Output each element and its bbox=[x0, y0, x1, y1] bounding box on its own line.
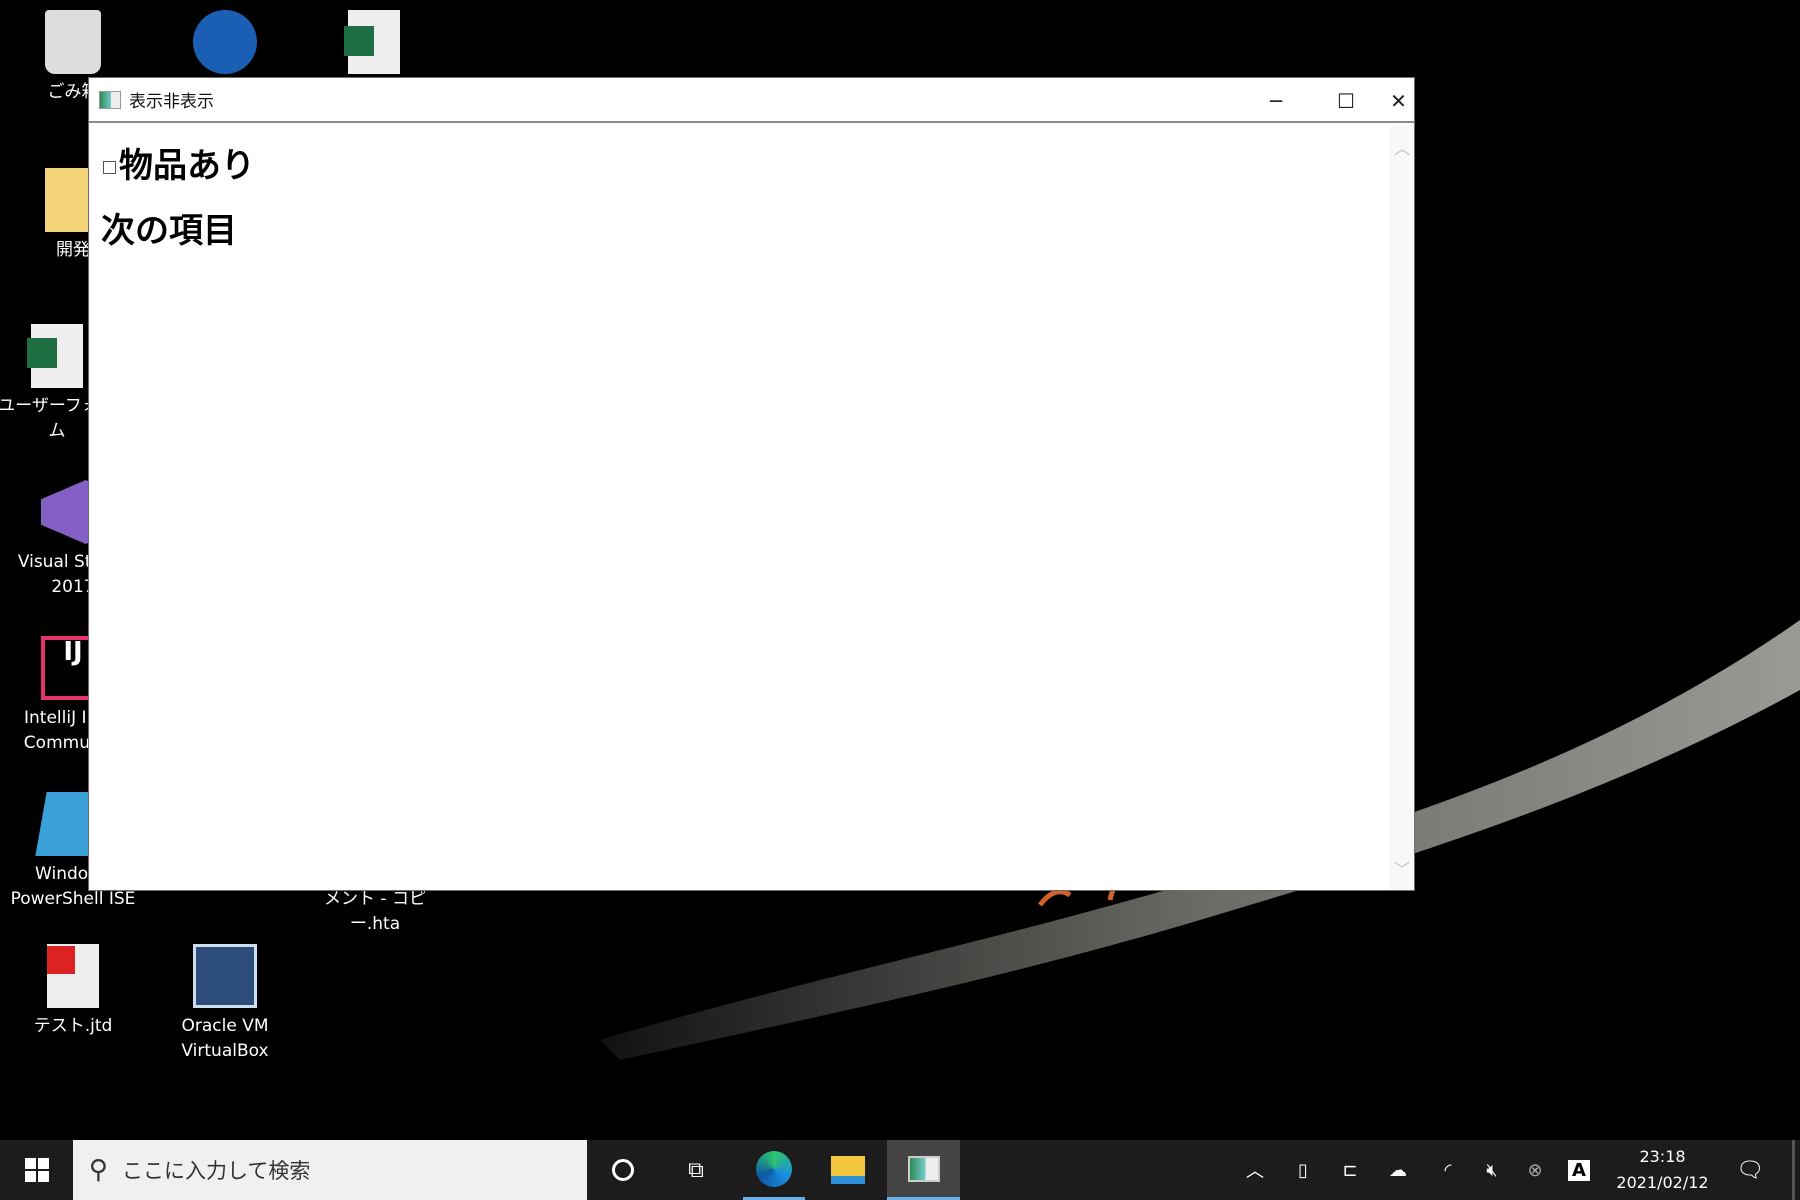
app-icon bbox=[99, 90, 121, 109]
meet-now-icon[interactable]: ▯ bbox=[1288, 1140, 1318, 1200]
cortana-circle-icon bbox=[612, 1159, 634, 1181]
hta-window: 表示非表示 ─ ☐ ✕ 物品あり 次の項目 ︿ ﹀ bbox=[88, 77, 1415, 891]
volume-muted-icon[interactable]: 🔇︎ bbox=[1477, 1140, 1507, 1200]
cortana-button[interactable] bbox=[593, 1140, 653, 1200]
checkbox-label: 物品あり bbox=[119, 145, 255, 186]
checkbox-row: 物品あり bbox=[101, 137, 1378, 187]
title-bar[interactable]: 表示非表示 ─ ☐ ✕ bbox=[89, 78, 1414, 123]
virtualbox-icon bbox=[193, 944, 257, 1008]
next-item-heading: 次の項目 bbox=[101, 211, 237, 251]
scroll-down-icon[interactable]: ﹀ bbox=[1390, 856, 1414, 880]
icon-label: メント - コピー.hta bbox=[324, 889, 426, 934]
desktop-icon-jtd[interactable]: テスト.jtd bbox=[8, 944, 138, 1039]
chevron-up-icon: ︿ bbox=[1246, 1161, 1264, 1182]
minimize-button[interactable]: ─ bbox=[1241, 78, 1311, 123]
taskbar: ⚲ ここに入力して検索 ⧉ ︿ ▯ ⊏ ☁ ◜ 🔇︎ ⊗ A 23:18 202… bbox=[0, 1140, 1800, 1200]
windows-logo-icon bbox=[24, 1158, 49, 1182]
taskbar-file-explorer[interactable] bbox=[817, 1140, 879, 1200]
task-view-button[interactable]: ⧉ bbox=[666, 1140, 726, 1200]
ichitaro-file-icon bbox=[47, 944, 99, 1008]
error-circle-icon[interactable]: ⊗ bbox=[1520, 1140, 1550, 1200]
recycle-bin-icon bbox=[45, 10, 101, 74]
taskbar-edge[interactable] bbox=[743, 1140, 805, 1200]
app-icon bbox=[907, 1155, 940, 1182]
desktop-icon-lightning[interactable] bbox=[160, 10, 290, 80]
lightning-app-icon bbox=[193, 10, 257, 74]
ime-mode: A bbox=[1568, 1159, 1590, 1181]
icon-label: Oracle VM VirtualBox bbox=[181, 1016, 269, 1061]
search-box[interactable]: ⚲ ここに入力して検索 bbox=[73, 1140, 587, 1200]
icon-label: 開発 bbox=[56, 240, 90, 260]
window-content: 物品あり 次の項目 bbox=[89, 125, 1390, 890]
taskbar-hta-app[interactable] bbox=[887, 1140, 960, 1200]
window-title: 表示非表示 bbox=[129, 92, 214, 112]
item-checkbox[interactable] bbox=[103, 160, 116, 174]
maximize-button[interactable]: ☐ bbox=[1311, 78, 1381, 123]
desktop-icon-virtualbox[interactable]: Oracle VM VirtualBox bbox=[160, 944, 290, 1064]
onedrive-cloud-icon[interactable]: ☁ bbox=[1383, 1140, 1413, 1200]
desktop-icon-excel[interactable] bbox=[309, 10, 439, 80]
folder-icon bbox=[831, 1156, 865, 1184]
excel-file-icon bbox=[27, 324, 83, 388]
excel-file-icon bbox=[344, 10, 400, 74]
search-icon: ⚲ bbox=[89, 1155, 109, 1185]
device-icon[interactable]: ⊏ bbox=[1335, 1140, 1365, 1200]
notification-center-icon[interactable]: 🗨︎ bbox=[1735, 1140, 1765, 1200]
show-desktop-button[interactable] bbox=[1792, 1140, 1795, 1200]
scroll-up-icon[interactable]: ︿ bbox=[1390, 135, 1414, 159]
desktop-icon-hta[interactable]: メント - コピー.hta bbox=[310, 887, 440, 937]
vertical-scrollbar[interactable]: ︿ ﹀ bbox=[1390, 125, 1414, 890]
search-placeholder: ここに入力して検索 bbox=[122, 1159, 311, 1183]
icon-label: テスト.jtd bbox=[33, 1016, 113, 1036]
clock-time: 23:18 bbox=[1639, 1147, 1686, 1166]
edge-icon bbox=[756, 1150, 792, 1187]
ime-indicator[interactable]: A bbox=[1566, 1140, 1592, 1200]
start-button[interactable] bbox=[0, 1140, 73, 1200]
clock[interactable]: 23:18 2021/02/12 bbox=[1605, 1140, 1720, 1200]
network-icon[interactable]: ◜ bbox=[1433, 1140, 1463, 1200]
close-button[interactable]: ✕ bbox=[1381, 78, 1416, 123]
show-hidden-icons-button[interactable]: ︿ bbox=[1240, 1140, 1270, 1200]
task-view-icon: ⧉ bbox=[688, 1157, 704, 1183]
clock-date: 2021/02/12 bbox=[1616, 1173, 1709, 1192]
